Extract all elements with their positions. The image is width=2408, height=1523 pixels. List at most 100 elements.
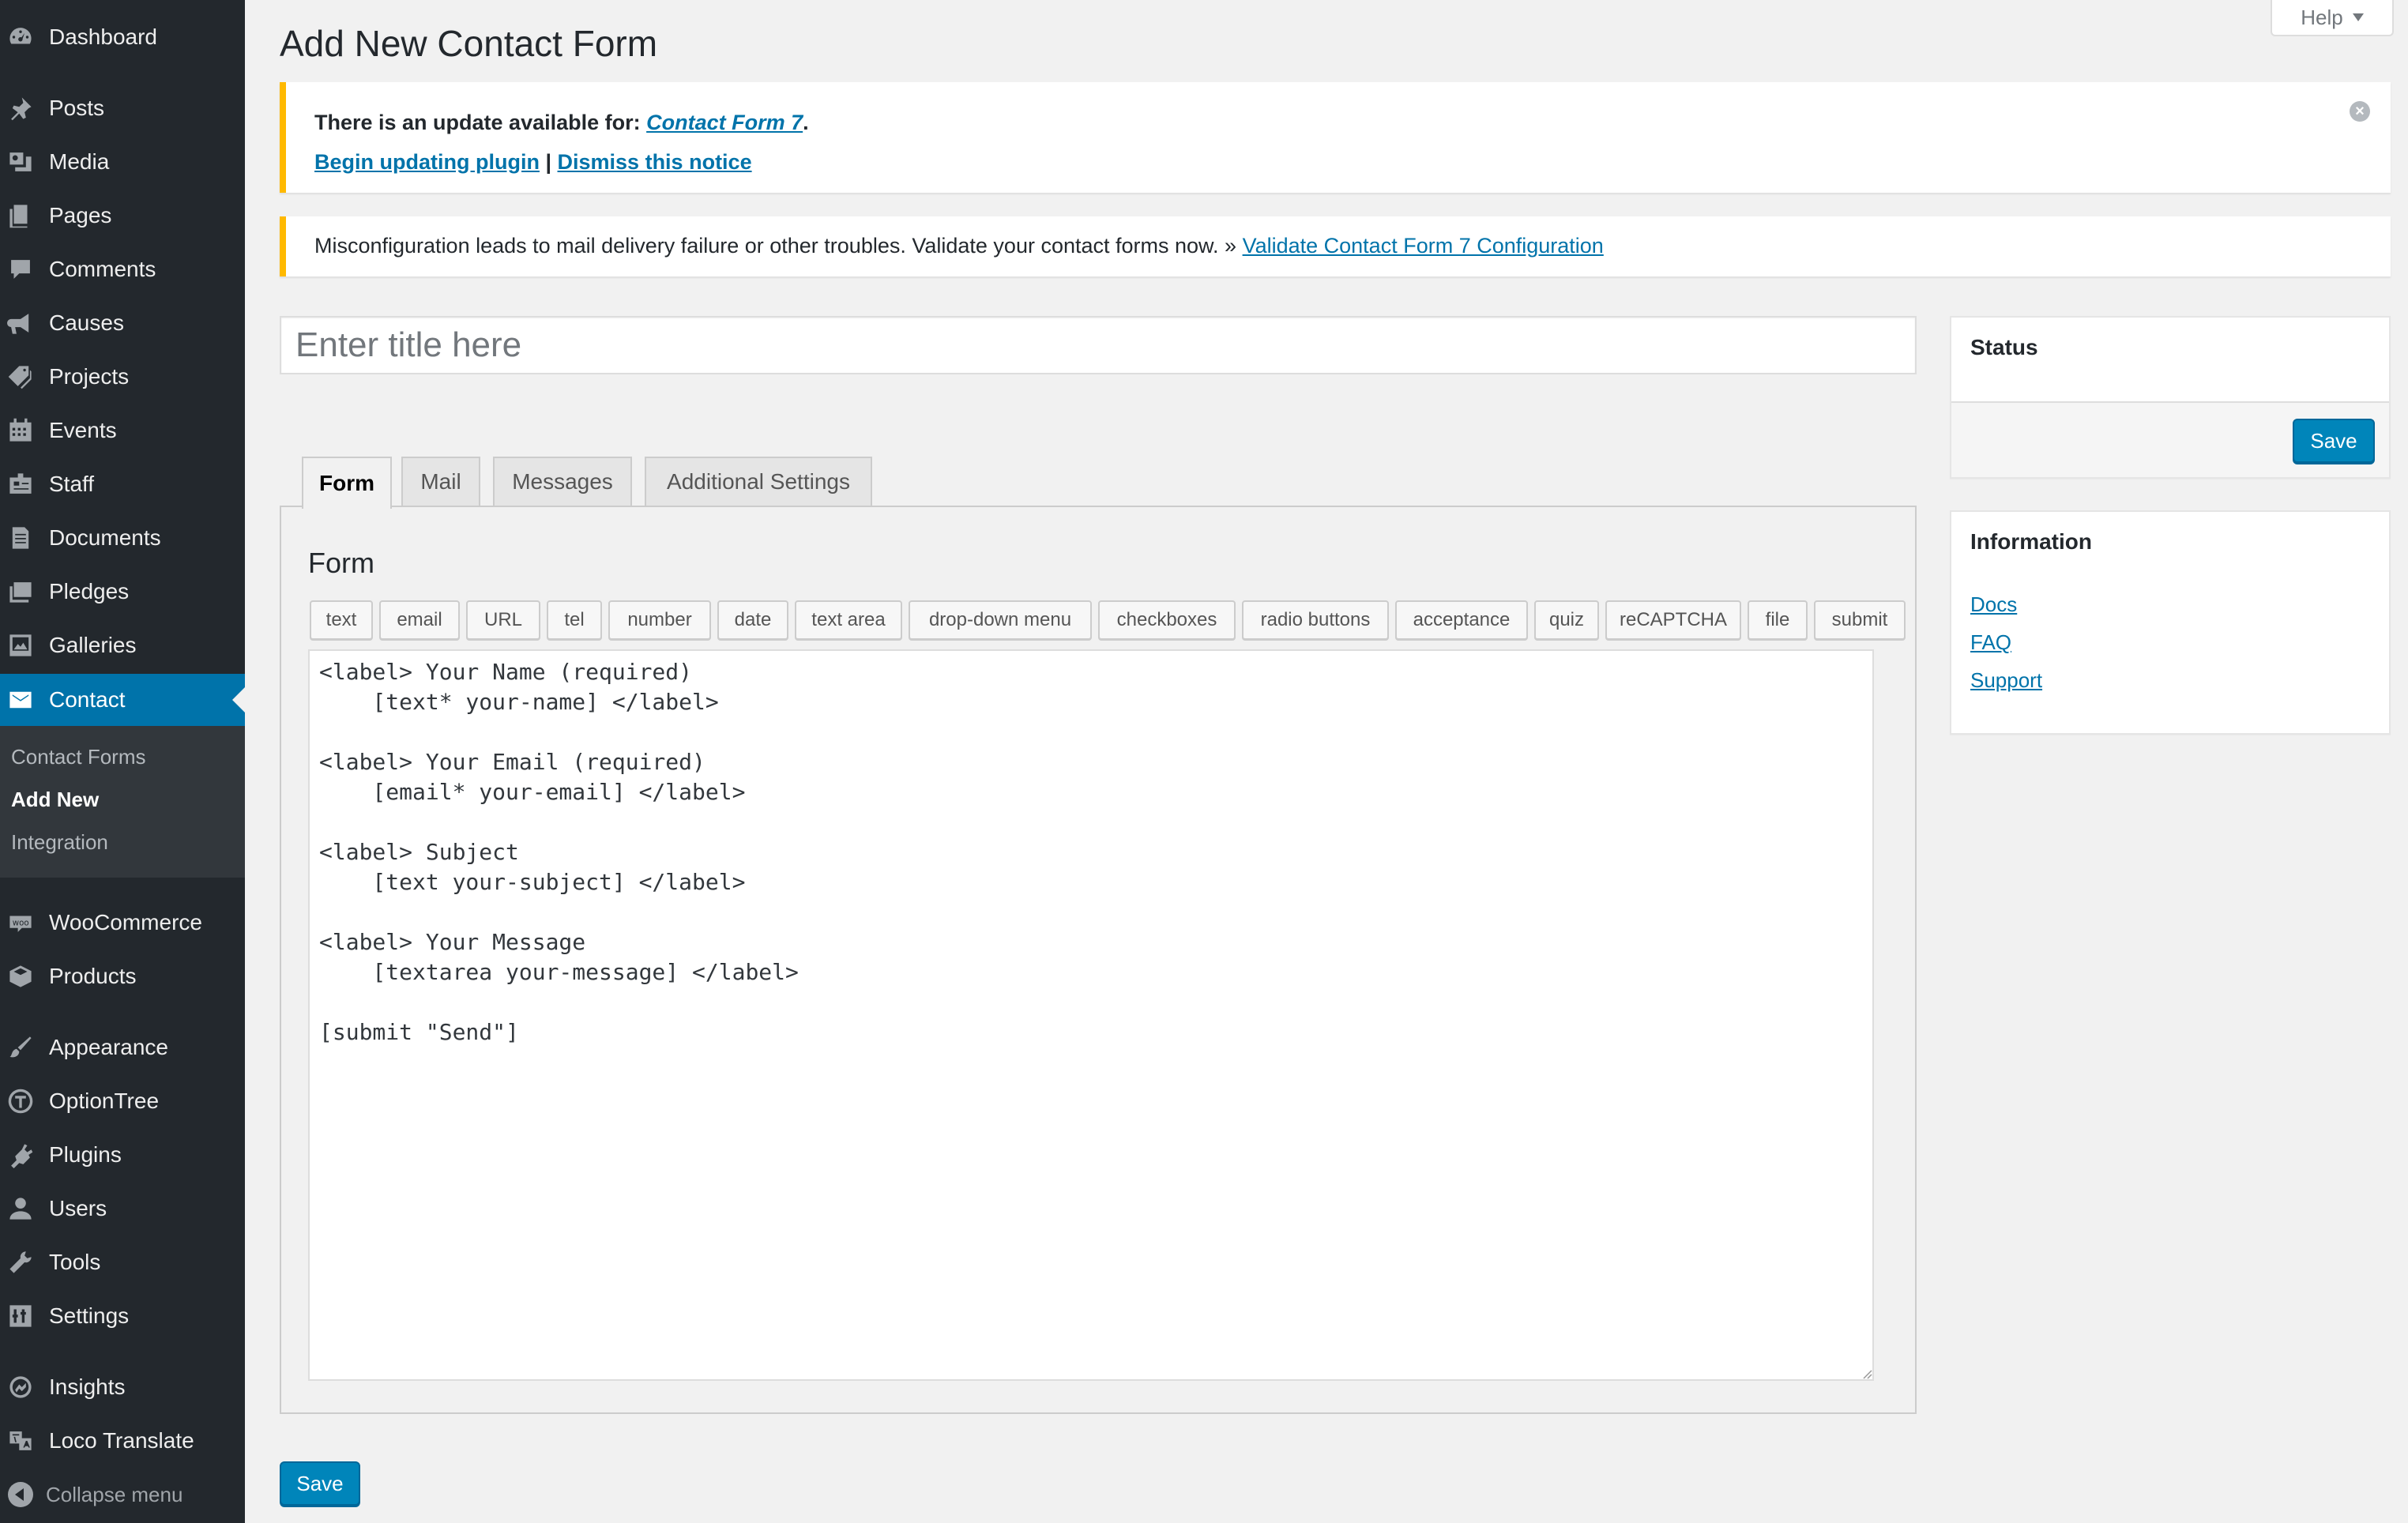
sidebar-item-products[interactable]: Products [0,950,245,1002]
sidebar-item-woocommerce[interactable]: woo WooCommerce [0,897,245,949]
sidebar-item-comments[interactable]: Comments [0,243,245,295]
sidebar-item-appearance[interactable]: Appearance [0,1021,245,1074]
title-input[interactable] [280,316,1917,374]
sidebar-item-label: Tools [49,1250,101,1274]
user-icon [6,1194,35,1223]
tag-button-radio-buttons[interactable]: radio buttons [1242,600,1389,640]
tag-button-recaptcha[interactable]: reCAPTCHA [1605,600,1741,640]
sidebar-item-events[interactable]: Events [0,404,245,457]
gallery-icon [6,631,35,660]
collapse-menu-label: Collapse menu [46,1482,183,1506]
sidebar-item-projects[interactable]: Projects [0,351,245,403]
settings-icon [6,1302,35,1330]
sidebar-item-label: Pledges [49,579,130,604]
comment-icon [6,255,35,284]
sidebar-item-posts[interactable]: Posts [0,82,245,134]
sidebar-item-media[interactable]: Media [0,136,245,188]
tag-button-drop-down-menu[interactable]: drop-down menu [909,600,1092,640]
sidebar-item-tools[interactable]: Tools [0,1236,245,1288]
caret-down-icon [2352,13,2364,21]
validate-config-link[interactable]: Validate Contact Form 7 Configuration [1243,234,1604,258]
form-tab-panel: Form text email URL tel number date text… [280,506,1917,1414]
submenu-item-contact-forms[interactable]: Contact Forms [11,745,146,769]
sidebar-item-label: Documents [49,525,161,550]
sidebar-item-causes[interactable]: Causes [0,297,245,349]
wrench-icon [6,1248,35,1277]
collapse-menu-button[interactable]: Collapse menu [0,1471,245,1518]
sidebar-item-optiontree[interactable]: OptionTree [0,1075,245,1127]
update-notice-text: There is an update available for: Contac… [314,111,809,135]
paintbrush-icon [6,1033,35,1062]
sidebar-item-label: Insights [49,1374,126,1399]
sidebar-item-label: Projects [49,364,130,389]
faq-link[interactable]: FAQ [1970,630,2011,655]
help-tab-button[interactable]: Help [2271,0,2394,36]
sidebar-item-label: Galleries [49,633,137,657]
support-link[interactable]: Support [1970,668,2042,693]
begin-updating-link[interactable]: Begin updating plugin [314,150,540,174]
sidebar-item-label: Staff [49,472,95,496]
status-save-button[interactable]: Save [2293,419,2375,463]
update-notice: There is an update available for: Contac… [280,82,2391,193]
sidebar-item-label: Loco Translate [49,1428,194,1453]
link-separator: | [539,150,558,174]
sidebar-item-galleries[interactable]: Galleries [0,619,245,671]
sidebar-item-loco-translate[interactable]: Loco Translate [0,1415,245,1467]
tag-button-tel[interactable]: tel [547,600,602,640]
woo-icon: woo [6,908,35,937]
resize-handle-icon[interactable] [1861,1368,1872,1379]
sidebar-item-label: Causes [49,310,124,335]
sidebar-item-settings[interactable]: Settings [0,1290,245,1342]
id-card-icon [6,470,35,498]
tab-messages[interactable]: Messages [493,457,632,506]
sidebar-item-plugins[interactable]: Plugins [0,1129,245,1181]
dismiss-notice-link[interactable]: Dismiss this notice [558,150,752,174]
tag-button-text-area[interactable]: text area [795,600,902,640]
svg-text:woo: woo [13,919,29,927]
submenu-item-add-new[interactable]: Add New [11,788,99,812]
help-label: Help [2301,5,2343,29]
tag-button-quiz[interactable]: quiz [1534,600,1599,640]
tab-form[interactable]: Form [302,457,392,509]
tag-button-submit[interactable]: submit [1814,600,1906,640]
sidebar-item-documents[interactable]: Documents [0,512,245,564]
sidebar-item-pledges[interactable]: Pledges [0,566,245,618]
pages-icon [6,201,35,230]
plugin-link[interactable]: Contact Form 7 [646,111,803,134]
tag-button-email[interactable]: email [379,600,460,640]
tag-button-file[interactable]: file [1748,600,1808,640]
sidebar-item-dashboard[interactable]: Dashboard [0,11,245,63]
sidebar-item-pages[interactable]: Pages [0,190,245,242]
docs-link[interactable]: Docs [1970,592,2017,617]
sidebar-item-label: Products [49,964,137,988]
tag-button-number[interactable]: number [608,600,711,640]
translate-icon [6,1427,35,1455]
tag-button-text[interactable]: text [310,600,373,640]
sidebar-item-insights[interactable]: Insights [0,1361,245,1413]
config-message: Misconfiguration leads to mail delivery … [314,234,1243,258]
tag-button-checkboxes[interactable]: checkboxes [1098,600,1236,640]
document-icon [6,524,35,552]
bottom-save-button[interactable]: Save [280,1461,360,1506]
images-icon [6,577,35,606]
form-template-editor[interactable]: <label> Your Name (required) [text* your… [308,649,1874,1381]
information-box-title: Information [1970,529,2092,554]
insights-icon [6,1373,35,1401]
sidebar-item-label: OptionTree [49,1089,160,1113]
tag-button-url[interactable]: URL [466,600,540,640]
submenu-item-integration[interactable]: Integration [11,830,108,855]
tag-button-date[interactable]: date [717,600,788,640]
update-notice-actions: Begin updating plugin | Dismiss this not… [314,150,752,175]
tab-additional-settings[interactable]: Additional Settings [645,457,872,506]
tag-button-acceptance[interactable]: acceptance [1395,600,1528,640]
sidebar-item-users[interactable]: Users [0,1183,245,1235]
dismiss-icon[interactable]: × [2350,101,2370,122]
tab-mail[interactable]: Mail [401,457,480,506]
sidebar-item-staff[interactable]: Staff [0,458,245,510]
dashboard-icon [6,23,35,51]
sidebar-item-label: Events [49,418,117,442]
sidebar-item-contact[interactable]: Contact [0,674,245,726]
sidebar-item-label: Comments [49,257,156,281]
update-prefix: There is an update available for: [314,111,647,134]
sidebar-item-label: WooCommerce [49,910,202,934]
